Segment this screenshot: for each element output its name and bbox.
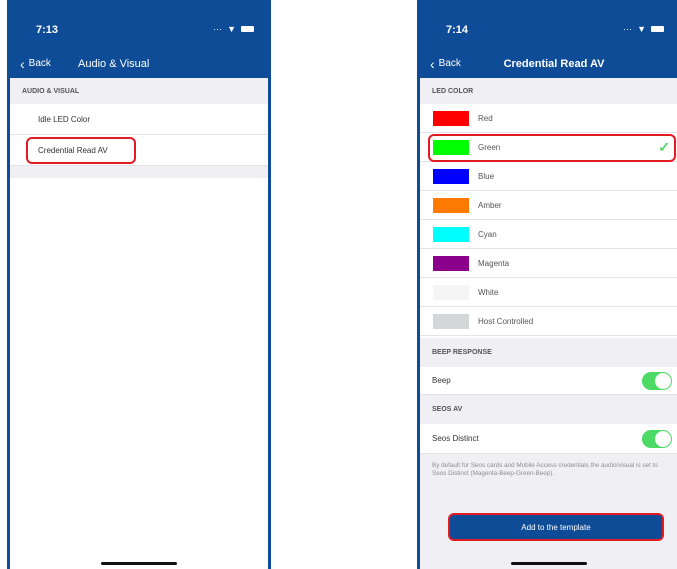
color-option-amber[interactable]: Amber [420, 191, 677, 220]
battery-icon [241, 26, 254, 32]
highlight-callout [428, 134, 676, 162]
signal-icon: ··· [623, 24, 633, 34]
phone-screen-credential-read-av: 7:14 ··· ▼ Credential Read AV ‹ Back LED… [417, 0, 677, 569]
chevron-left-icon: ‹ [20, 55, 25, 72]
add-to-template-button[interactable]: Add to the template [450, 515, 662, 539]
status-time: 7:14 [446, 24, 469, 36]
status-time: 7:13 [36, 24, 59, 36]
nav-header: 7:13 ··· ▼ ‹ Back Audio & Visual [10, 0, 268, 78]
wifi-icon: ▼ [637, 24, 646, 34]
beep-toggle[interactable] [642, 372, 672, 390]
color-swatch [433, 256, 469, 271]
beep-row: Beep [420, 367, 677, 395]
status-icons: ··· ▼ [213, 24, 254, 34]
phone-screen-audio-visual: 7:13 ··· ▼ ‹ Back Audio & Visual AUDIO &… [7, 0, 271, 569]
status-icons: ··· ▼ [623, 24, 664, 34]
seos-distinct-row: Seos Distinct [420, 424, 677, 454]
color-option-red[interactable]: Red [420, 104, 677, 133]
color-label: Blue [478, 171, 495, 181]
color-option-white[interactable]: White [420, 278, 677, 307]
section-spacer [10, 166, 268, 178]
wifi-icon: ▼ [227, 24, 236, 34]
color-label: White [478, 287, 499, 297]
color-swatch [433, 111, 469, 126]
back-button[interactable]: ‹ Back [20, 55, 51, 72]
color-swatch [433, 314, 469, 329]
color-option-blue[interactable]: Blue [420, 162, 677, 191]
color-label: Host Controlled [478, 316, 534, 326]
back-button[interactable]: ‹ Back [430, 55, 461, 72]
section-header-led-color: LED COLOR [420, 78, 677, 104]
highlight-callout [26, 137, 136, 164]
seos-distinct-toggle[interactable] [642, 430, 672, 448]
battery-icon [651, 26, 664, 32]
color-label: Cyan [478, 229, 497, 239]
color-swatch [433, 227, 469, 242]
color-option-magenta[interactable]: Magenta [420, 249, 677, 278]
color-option-host-controlled[interactable]: Host Controlled [420, 307, 677, 336]
page-title: Credential Read AV [503, 58, 605, 70]
seos-distinct-label: Seos Distinct [432, 434, 479, 443]
chevron-left-icon: ‹ [430, 55, 435, 72]
section-header-beep-response: BEEP RESPONSE [420, 338, 677, 367]
section-header-seos-av: SEOS AV [420, 395, 677, 424]
home-indicator [101, 562, 177, 565]
page-title: Audio & Visual [78, 58, 150, 70]
list-item-label: Idle LED Color [38, 114, 91, 124]
section-header-audio-visual: AUDIO & VISUAL [10, 78, 268, 104]
beep-label: Beep [432, 376, 451, 385]
back-label: Back [438, 58, 461, 69]
back-label: Back [28, 58, 51, 69]
color-swatch [433, 285, 469, 300]
color-swatch [433, 198, 469, 213]
color-label: Red [478, 113, 493, 123]
color-option-cyan[interactable]: Cyan [420, 220, 677, 249]
color-label: Amber [478, 200, 502, 210]
color-swatch [433, 169, 469, 184]
nav-header: 7:14 ··· ▼ Credential Read AV ‹ Back [420, 0, 677, 78]
seos-footnote: By default for Seos cards and Mobile Acc… [432, 462, 658, 477]
color-label: Magenta [478, 258, 510, 268]
list-item-idle-led-color[interactable]: Idle LED Color [10, 104, 268, 135]
home-indicator [511, 562, 587, 565]
signal-icon: ··· [213, 24, 223, 34]
